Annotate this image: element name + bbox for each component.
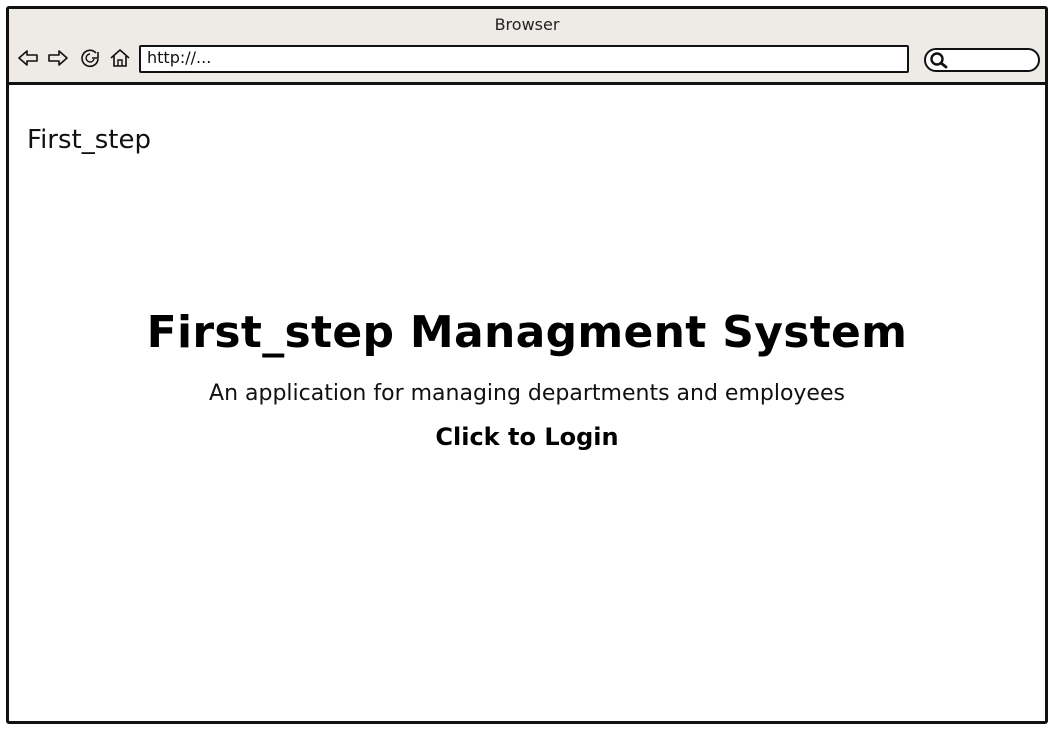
browser-window: Browser http://... First_step First_step… — [6, 6, 1048, 724]
login-link[interactable]: Click to Login — [435, 423, 618, 451]
page-content: First_step First_step Managment System A… — [9, 85, 1045, 721]
browser-search-field[interactable] — [924, 48, 1040, 72]
page-subtitle: An application for managing departments … — [209, 381, 845, 406]
reload-icon[interactable] — [79, 47, 101, 69]
back-arrow-icon[interactable] — [17, 47, 39, 69]
site-brand: First_step — [27, 125, 151, 155]
browser-toolbar: Browser http://... — [9, 9, 1045, 85]
home-icon[interactable] — [109, 47, 131, 69]
hero-section: First_step Managment System An applicati… — [9, 307, 1045, 451]
window-title: Browser — [494, 15, 560, 34]
address-bar[interactable]: http://... — [139, 45, 909, 73]
search-icon — [930, 52, 948, 69]
forward-arrow-icon[interactable] — [47, 47, 69, 69]
page-title: First_step Managment System — [146, 307, 908, 358]
